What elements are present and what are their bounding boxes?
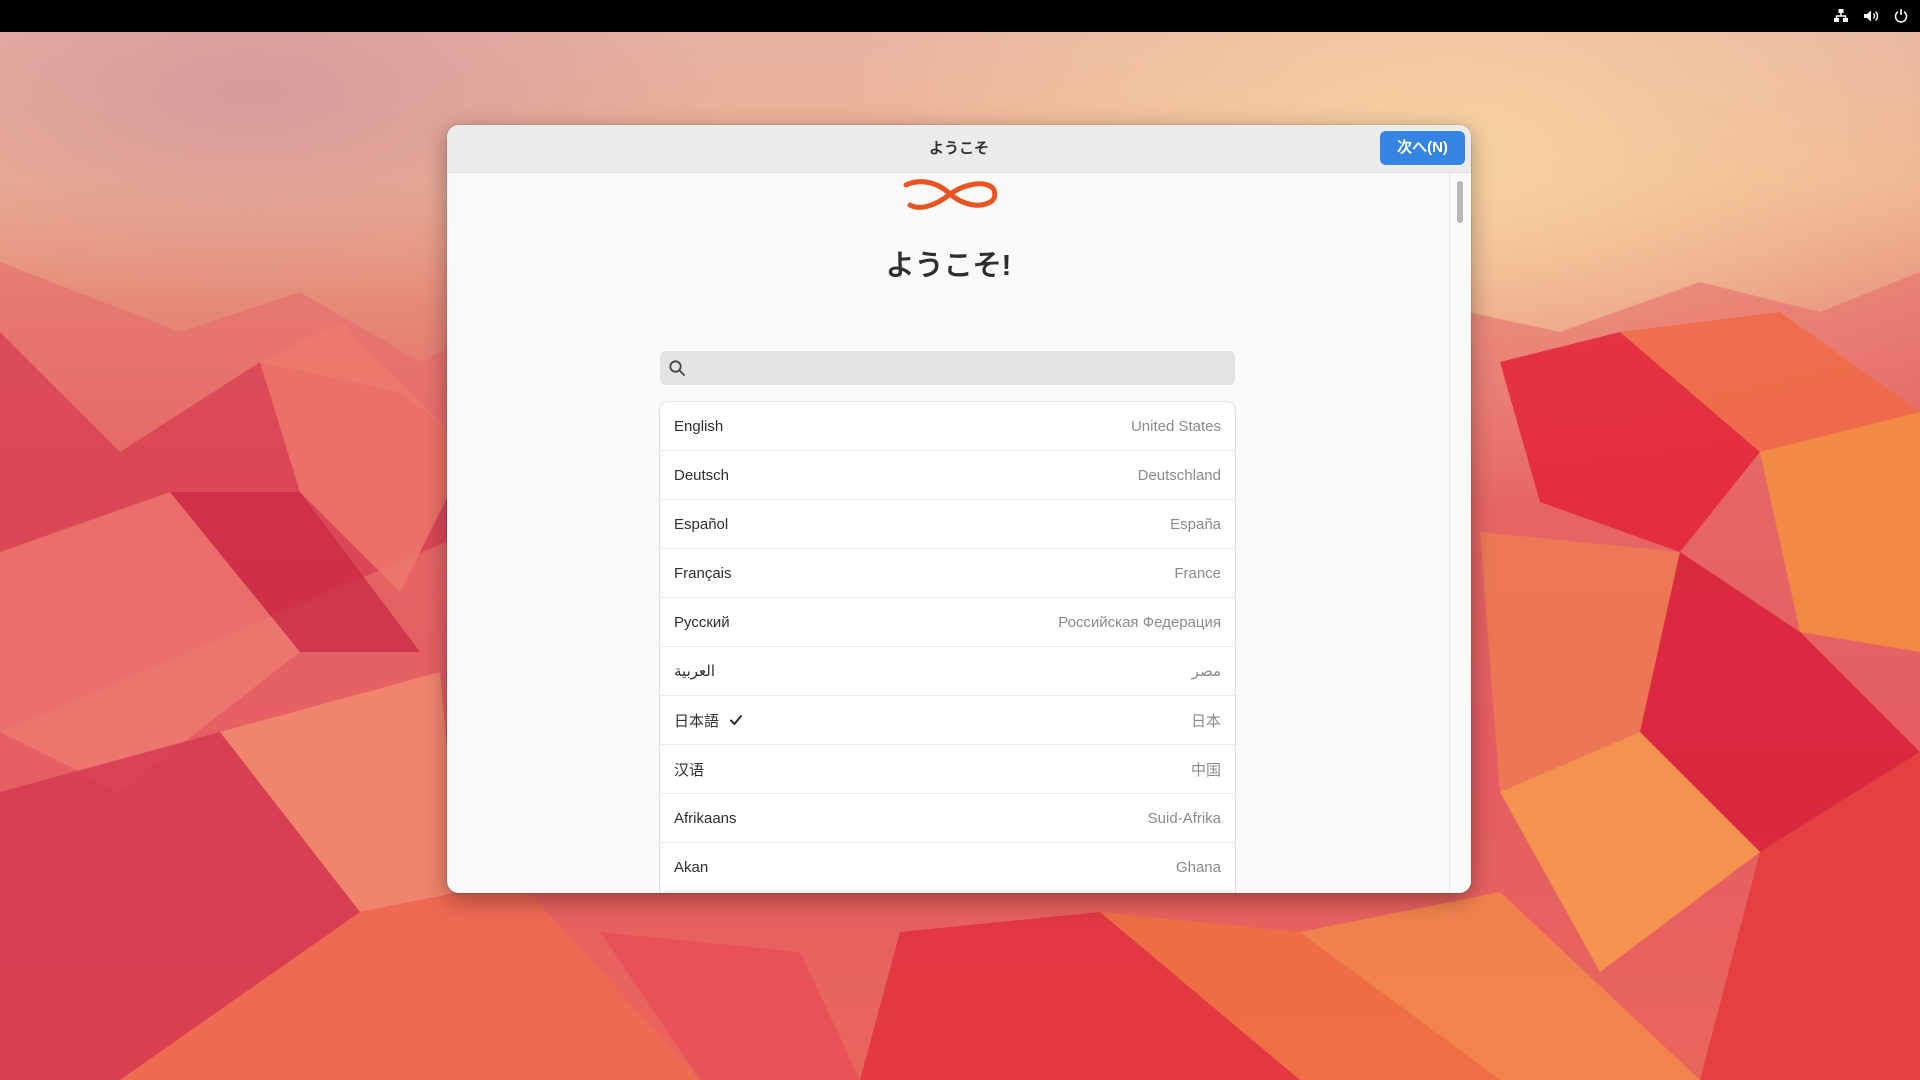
language-name: English bbox=[674, 418, 723, 435]
language-row[interactable]: Français France bbox=[660, 549, 1235, 598]
language-name-text: العربية bbox=[674, 663, 715, 680]
language-name-text: Español bbox=[674, 515, 729, 533]
language-row[interactable]: Afrikaans Suid-Afrika bbox=[660, 794, 1235, 843]
system-tray[interactable] bbox=[1832, 0, 1910, 32]
language-row[interactable]: Español España bbox=[660, 500, 1235, 549]
infinity-logo bbox=[898, 175, 1000, 220]
language-name: 汉语 bbox=[674, 759, 704, 780]
welcome-dialog: ようこそ 次へ(N) ようこそ! English United States Deu… bbox=[447, 125, 1471, 893]
search-field[interactable] bbox=[660, 351, 1235, 387]
language-name-text: Русский bbox=[674, 613, 730, 631]
language-name-text: English bbox=[674, 417, 724, 435]
language-name: 日本語 bbox=[674, 710, 743, 731]
language-region: Deutschland bbox=[1137, 466, 1221, 484]
language-row[interactable]: Deutsch Deutschland bbox=[660, 451, 1235, 500]
header-bar: ようこそ 次へ(N) bbox=[447, 125, 1471, 173]
language-row[interactable]: AragoneseSpain bbox=[660, 892, 1235, 893]
search-input[interactable] bbox=[694, 351, 1228, 387]
language-region: 日本 bbox=[1190, 712, 1221, 730]
language-name-text: Deutsch bbox=[674, 466, 730, 484]
power-icon[interactable] bbox=[1892, 7, 1910, 25]
volume-icon[interactable] bbox=[1862, 7, 1880, 25]
scrollbar-thumb[interactable] bbox=[1457, 181, 1463, 223]
language-region: France bbox=[1174, 564, 1221, 582]
language-name: Español bbox=[674, 516, 728, 533]
language-name: Deutsch bbox=[674, 467, 729, 484]
checkmark-icon bbox=[729, 713, 743, 727]
language-row[interactable]: العربية مصر bbox=[660, 647, 1235, 696]
language-name-text: 汉语 bbox=[674, 761, 705, 779]
language-row[interactable]: 汉语 中国 bbox=[660, 745, 1235, 794]
language-name: Русский bbox=[674, 614, 730, 631]
language-region: مصر bbox=[1191, 663, 1221, 680]
language-region: España bbox=[1170, 515, 1221, 533]
search-icon bbox=[668, 359, 686, 382]
language-row[interactable]: English United States bbox=[660, 402, 1235, 451]
language-region: Suid-Afrika bbox=[1147, 809, 1221, 827]
language-name-text: Afrikaans bbox=[674, 809, 737, 827]
network-wired-icon[interactable] bbox=[1832, 7, 1850, 25]
scrollbar[interactable] bbox=[1449, 173, 1471, 893]
language-name: العربية bbox=[674, 662, 715, 680]
language-region: Российская Федерация bbox=[1058, 613, 1221, 631]
welcome-heading: ようこそ! bbox=[885, 250, 1012, 282]
language-name: Afrikaans bbox=[674, 810, 737, 827]
language-list: English United States Deutsch Deutschland Es… bbox=[660, 402, 1235, 893]
language-name-text: Akan bbox=[674, 858, 709, 876]
language-name: Français bbox=[674, 565, 732, 582]
language-name: Akan bbox=[674, 859, 708, 876]
dialog-content: ようこそ! English United States Deutsch Deutsch… bbox=[447, 173, 1450, 893]
language-row[interactable]: 日本語 日本 bbox=[660, 696, 1235, 745]
language-name-text: 日本語 bbox=[674, 712, 720, 730]
language-region: Ghana bbox=[1175, 858, 1221, 876]
language-region: 中国 bbox=[1190, 761, 1221, 779]
language-name-text: Français bbox=[674, 564, 732, 582]
top-bar bbox=[0, 0, 1920, 32]
language-row[interactable]: Akan Ghana bbox=[660, 843, 1235, 892]
next-button[interactable]: 次へ(N) bbox=[1380, 131, 1465, 165]
dialog-title: ようこそ bbox=[928, 140, 989, 157]
language-region: United States bbox=[1130, 417, 1221, 435]
language-row[interactable]: Русский Российская Федерация bbox=[660, 598, 1235, 647]
